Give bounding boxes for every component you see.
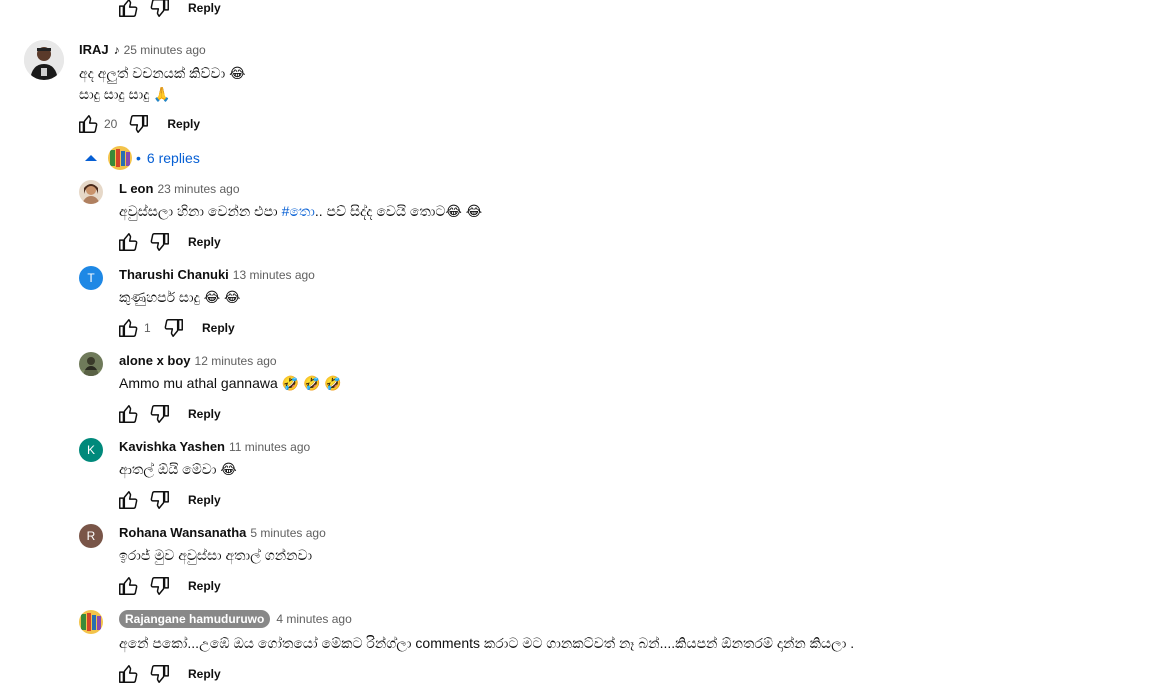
author-name[interactable]: Kavishka Yashen — [119, 439, 225, 454]
dislike-button[interactable] — [148, 574, 172, 598]
dislike-button[interactable] — [148, 402, 172, 426]
reply-header: Kavishka Yashen 11 minutes ago — [119, 439, 310, 454]
author-name[interactable]: Rohana Wansanatha — [119, 525, 246, 540]
like-button[interactable] — [116, 574, 140, 598]
thumb-down-icon — [150, 0, 169, 17]
avatar-letter: K — [86, 443, 95, 457]
bullet: • — [136, 150, 141, 166]
thumb-up-icon — [119, 319, 138, 337]
dislike-button[interactable] — [148, 662, 172, 686]
reply-button[interactable]: Reply — [188, 579, 221, 593]
chevron-up-icon — [85, 155, 97, 161]
like-count: 1 — [144, 321, 151, 335]
reply-button[interactable]: Reply — [188, 667, 221, 681]
thumb-up-icon — [119, 577, 138, 595]
like-button[interactable] — [116, 662, 140, 686]
author-name[interactable]: IRAJ — [79, 42, 109, 57]
thumb-down-icon — [150, 233, 169, 251]
thumb-up-icon — [119, 405, 138, 423]
reply-actions: Reply — [116, 402, 221, 426]
dislike-button[interactable] — [148, 0, 172, 20]
avatar[interactable] — [79, 610, 103, 634]
avatar-letter: T — [87, 271, 95, 285]
reply-header: L eon 23 minutes ago — [119, 181, 240, 196]
thumb-down-icon — [150, 491, 169, 509]
comment-actions-top: Reply — [116, 0, 221, 20]
avatar[interactable]: R — [79, 524, 103, 548]
author-name-highlighted[interactable]: Rajangane hamuduruwo — [119, 610, 271, 628]
thumb-down-icon — [150, 665, 169, 683]
avatar[interactable] — [79, 352, 103, 376]
reply-button[interactable]: Reply — [188, 493, 221, 507]
dislike-button[interactable] — [148, 488, 172, 512]
reply-actions: Reply — [116, 488, 221, 512]
avatar[interactable] — [79, 180, 103, 204]
avatar[interactable]: T — [79, 266, 103, 290]
thumb-down-icon — [164, 319, 183, 337]
reply-button[interactable]: Reply — [188, 235, 221, 249]
music-note-icon: ♪ — [113, 42, 120, 57]
avatar[interactable]: K — [79, 438, 103, 462]
reply-button[interactable]: Reply — [202, 321, 235, 335]
thumb-up-icon — [119, 491, 138, 509]
thumb-up-icon — [119, 665, 138, 683]
avatar[interactable] — [24, 40, 64, 80]
like-button[interactable] — [116, 316, 140, 340]
reply-text: ඉරාජ් මුව අවුස්සා අතාල් ගන්නවා — [119, 547, 313, 563]
comment-time[interactable]: 13 minutes ago — [233, 268, 315, 282]
like-button[interactable] — [76, 112, 100, 136]
reply-header: Tharushi Chanuki 13 minutes ago — [119, 267, 315, 282]
replies-toggle[interactable]: • 6 replies — [84, 146, 200, 170]
comment-time[interactable]: 23 minutes ago — [157, 182, 239, 196]
reply-actions: Reply — [116, 230, 221, 254]
like-count: 20 — [104, 117, 118, 131]
comment-time[interactable]: 4 minutes ago — [276, 612, 351, 626]
reply-header: Rohana Wansanatha 5 minutes ago — [119, 525, 326, 540]
dislike-button[interactable] — [127, 112, 151, 136]
thumb-up-icon — [119, 0, 138, 17]
reply-actions: 1 Reply — [116, 316, 235, 340]
avatar-letter: R — [86, 529, 96, 543]
like-button[interactable] — [116, 0, 140, 20]
reply-button[interactable]: Reply — [167, 117, 200, 131]
thumb-down-icon — [150, 577, 169, 595]
comment-time[interactable]: 25 minutes ago — [124, 43, 206, 57]
comment-time[interactable]: 11 minutes ago — [229, 440, 310, 454]
reply-text-part: .. පව් සිද්ද වෙයි තොට😂 😂 — [314, 203, 483, 219]
reply-actions: Reply — [116, 574, 221, 598]
like-button[interactable] — [116, 488, 140, 512]
like-button[interactable] — [116, 230, 140, 254]
comment-text-line-1: අද අලුත් වචනයක් කිව්වා 😂 — [79, 65, 246, 81]
thumb-down-icon — [150, 405, 169, 423]
reply-header: Rajangane hamuduruwo 4 minutes ago — [119, 610, 352, 628]
reply-text: කුණුහර්ප සාදු 😂 😂 — [119, 289, 241, 305]
comment-time[interactable]: 12 minutes ago — [195, 354, 277, 368]
thumb-up-icon — [79, 115, 98, 133]
thumb-up-icon — [119, 233, 138, 251]
dislike-button[interactable] — [148, 230, 172, 254]
dislike-button[interactable] — [162, 316, 186, 340]
reply-text: අවුස්සලා හිනා වෙන්න එපා #තො.. පව් සිද්ද … — [119, 201, 482, 221]
reply-text-part: අවුස්සලා හිනා වෙන්න එපා — [119, 203, 282, 219]
hashtag-link[interactable]: #තො — [282, 203, 315, 219]
comment-actions: 20 Reply — [76, 112, 200, 136]
comment-time[interactable]: 5 minutes ago — [250, 526, 325, 540]
reply-avatar-preview — [108, 146, 132, 170]
thumb-down-icon — [129, 115, 149, 133]
reply-header: alone x boy 12 minutes ago — [119, 353, 277, 368]
reply-text: අනේ පකෝ...උඹේ ඔය ගෝතයෝ මේකට රින්ග්ලා com… — [119, 635, 855, 651]
comment-header: IRAJ ♪ 25 minutes ago — [79, 42, 206, 57]
author-name[interactable]: L eon — [119, 181, 153, 196]
comment-text-line-2: සාදු සාදු සාදු 🙏 — [79, 86, 171, 102]
reply-button[interactable]: Reply — [188, 407, 221, 421]
author-name[interactable]: alone x boy — [119, 353, 191, 368]
author-name[interactable]: Tharushi Chanuki — [119, 267, 229, 282]
like-button[interactable] — [116, 402, 140, 426]
reply-button[interactable]: Reply — [188, 1, 221, 15]
reply-actions: Reply — [116, 662, 221, 686]
replies-count-label: 6 replies — [146, 150, 200, 166]
reply-text: ආතල් ඕයි මේවා 😂 — [119, 461, 237, 477]
reply-text: Ammo mu athal gannawa 🤣 🤣 🤣 — [119, 375, 342, 391]
